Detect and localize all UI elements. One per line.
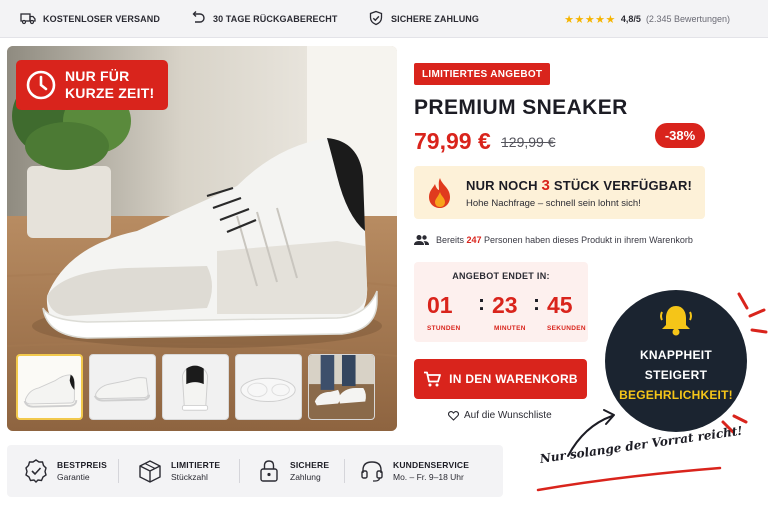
timer-hours: 01: [427, 292, 453, 318]
badge-line-1: NUR FÜR: [65, 68, 130, 84]
social-suffix: Personen haben dieses Produkt in ihrem W…: [481, 235, 693, 245]
social-prefix: Bereits: [436, 235, 467, 245]
rating-score: 4,8/5: [620, 14, 641, 24]
trust-sub: Garantie: [57, 472, 90, 482]
thumbnail-3[interactable]: [162, 354, 229, 420]
review-count: (2.345 Bewertungen): [645, 14, 730, 24]
trust-title: BESTPREIS: [57, 460, 107, 470]
payment-label: SICHERE ZAHLUNG: [391, 14, 480, 24]
trust-item-bestprice: BESTPREIS Garantie: [23, 445, 107, 497]
badge-line-2: KURZE ZEIT!: [65, 85, 155, 101]
scarcity-bubble: KNAPPHEIT STEIGERT BEGEHRLICHKEIT!: [605, 290, 747, 432]
returns-info: 30 TAGE RÜCKGABERECHT: [190, 0, 337, 38]
shipping-info: KOSTENLOSER VERSAND: [20, 0, 160, 38]
discount-badge: -38%: [655, 123, 705, 148]
lock-icon: [260, 460, 278, 482]
divider: [344, 459, 345, 483]
star-rating-icon: ★★★★★: [564, 13, 616, 26]
truck-icon: [20, 10, 36, 28]
timer-minutes-label: MINUTEN: [494, 325, 526, 332]
divider: [118, 459, 119, 483]
bubble-line-1: KNAPPHEIT: [639, 348, 713, 362]
box-icon: [139, 460, 161, 483]
thumbnail-2[interactable]: [89, 354, 156, 420]
users-icon: [414, 235, 429, 245]
trust-item-support: KUNDENSERVICE Mo. – Fr. 9–18 Uhr: [359, 445, 469, 497]
timer-seconds: 45: [547, 292, 573, 318]
stock-warning: NUR NOCH 3 STÜCK VERFÜGBAR! Hohe Nachfra…: [414, 166, 705, 219]
bubble-line-2: STEIGERT: [644, 368, 708, 382]
trust-bar: BESTPREIS Garantie LIMITIERTE Stückzahl SI…: [7, 445, 503, 497]
limited-offer-badge: LIMITIERTES ANGEBOT: [414, 63, 551, 85]
trust-item-payment: SICHERE Zahlung: [256, 445, 329, 497]
timer-minutes: 23: [492, 292, 518, 318]
cart-icon: [424, 371, 441, 387]
trust-sub: Stückzahl: [171, 472, 208, 482]
product-gallery: NUR FÜR KURZE ZEIT!: [7, 46, 397, 431]
trust-title: LIMITIERTE: [171, 460, 221, 470]
thumbnail-4[interactable]: [235, 354, 302, 420]
add-to-cart-button[interactable]: IN DEN WARENKORB: [414, 359, 587, 399]
headset-icon: [361, 461, 383, 482]
stock-headline: NUR NOCH 3 STÜCK VERFÜGBAR!: [466, 177, 692, 194]
shield-check-icon: [368, 10, 384, 28]
social-proof: Bereits 247 Personen haben dieses Produk…: [414, 234, 693, 246]
returns-label: 30 TAGE RÜCKGABERECHT: [213, 14, 338, 24]
timer-hours-label: STUNDEN: [427, 325, 461, 332]
wishlist-label: Auf die Wunschliste: [464, 410, 552, 421]
return-arrow-icon: [190, 10, 206, 28]
trust-title: KUNDENSERVICE: [393, 460, 470, 470]
thumbnail-1[interactable]: [16, 354, 83, 420]
current-price: 79,99 €: [414, 128, 491, 154]
divider: [239, 459, 240, 483]
thumbnail-strip: [16, 354, 375, 420]
flame-icon: [429, 178, 450, 208]
timer-seconds-label: SEKUNDEN: [547, 325, 586, 332]
limited-time-badge: NUR FÜR KURZE ZEIT!: [16, 60, 168, 110]
payment-info: SICHERE ZAHLUNG: [368, 0, 479, 38]
timer-separator: :: [533, 292, 540, 315]
stock-prefix: NUR NOCH: [466, 178, 542, 193]
stock-subtext: Hohe Nachfrage – schnell sein lohnt sich…: [466, 198, 641, 209]
trust-title: SICHERE: [290, 460, 330, 470]
clock-icon: [26, 70, 56, 100]
handwritten-note: Nur solange der Vorrat reicht!: [539, 423, 744, 466]
countdown-timer: ANGEBOT ENDET IN: 01 : 23 : 45 STUNDEN M…: [414, 262, 588, 342]
shipping-label: KOSTENLOSER VERSAND: [43, 14, 160, 24]
rating-summary[interactable]: ★★★★★ 4,8/5 (2.345 Bewertungen): [564, 0, 730, 38]
product-title: PREMIUM SNEAKER: [414, 96, 628, 119]
old-price: 129,99 €: [501, 134, 556, 150]
trust-sub: Zahlung: [290, 472, 321, 482]
stock-suffix: STÜCK VERFÜGBAR!: [550, 178, 693, 193]
bell-icon: [660, 306, 692, 336]
timer-separator: :: [478, 292, 485, 315]
stock-count: 3: [541, 177, 551, 194]
wishlist-link[interactable]: Auf die Wunschliste: [448, 410, 552, 421]
trust-sub: Mo. – Fr. 9–18 Uhr: [393, 472, 464, 482]
thumbnail-5[interactable]: [308, 354, 375, 420]
bubble-line-3: BEGEHRLICHKEIT!: [619, 388, 733, 402]
heart-icon: [448, 410, 459, 421]
badge-check-icon: [25, 459, 47, 483]
add-to-cart-label: IN DEN WARENKORB: [449, 372, 578, 386]
trust-item-limited: LIMITIERTE Stückzahl: [137, 445, 220, 497]
timer-label: ANGEBOT ENDET IN:: [452, 271, 550, 281]
cart-count: 247: [466, 235, 482, 245]
top-info-bar: KOSTENLOSER VERSAND 30 TAGE RÜCKGABERECH…: [0, 0, 768, 38]
